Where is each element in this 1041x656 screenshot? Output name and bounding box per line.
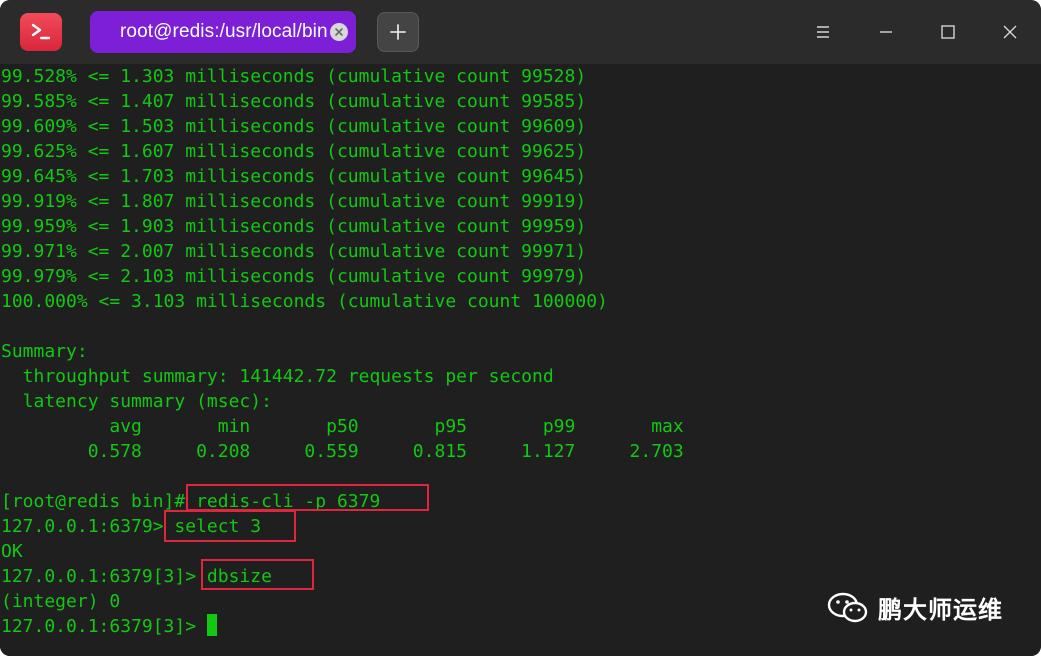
hamburger-menu-icon bbox=[817, 26, 829, 38]
terminal-line: 127.0.0.1:6379[3]> dbsize bbox=[1, 566, 272, 587]
watermark-text: 鹏大师运维 bbox=[878, 596, 1003, 624]
terminal-app-icon[interactable] bbox=[20, 13, 62, 51]
wechat-icon bbox=[827, 592, 868, 622]
terminal-line: 99.959% <= 1.903 milliseconds (cumulativ… bbox=[1, 216, 587, 237]
highlight-box-dbsize bbox=[201, 559, 314, 590]
terminal-line: OK bbox=[1, 541, 23, 562]
tab-title: root@redis:/usr/local/bin bbox=[120, 21, 328, 42]
terminal-line: 99.919% <= 1.807 milliseconds (cumulativ… bbox=[1, 191, 587, 212]
minimize-icon bbox=[880, 31, 892, 33]
terminal-line: latency summary (msec): bbox=[1, 391, 272, 412]
terminal-line: [root@redis bin]# redis-cli -p 6379 bbox=[1, 491, 381, 512]
tab-root-redis[interactable]: root@redis:/usr/local/bin bbox=[90, 11, 356, 53]
terminal-line: 99.609% <= 1.503 milliseconds (cumulativ… bbox=[1, 116, 587, 137]
terminal-window: root@redis:/usr/local/bin 99.528% <= 1.3… bbox=[0, 0, 1041, 656]
watermark: 鹏大师运维 bbox=[826, 590, 1003, 625]
terminal-line: 99.971% <= 2.007 milliseconds (cumulativ… bbox=[1, 241, 587, 262]
highlight-box-select bbox=[164, 510, 296, 542]
terminal-line: avg min p50 p95 p99 max bbox=[1, 416, 684, 437]
terminal-prompt: 127.0.0.1:6379[3]> bbox=[1, 616, 207, 637]
menu-button[interactable] bbox=[805, 14, 841, 50]
tab-close-icon[interactable] bbox=[330, 23, 348, 41]
close-button[interactable] bbox=[992, 14, 1028, 50]
plus-icon bbox=[390, 24, 406, 40]
terminal-line: throughput summary: 141442.72 requests p… bbox=[1, 366, 554, 387]
terminal-line: 99.979% <= 2.103 milliseconds (cumulativ… bbox=[1, 266, 587, 287]
terminal-line: 99.625% <= 1.607 milliseconds (cumulativ… bbox=[1, 141, 587, 162]
maximize-icon bbox=[941, 25, 955, 39]
terminal-line: 0.578 0.208 0.559 0.815 1.127 2.703 bbox=[1, 441, 684, 462]
highlight-box-redis-cli bbox=[186, 484, 429, 511]
terminal-line: 99.528% <= 1.303 milliseconds (cumulativ… bbox=[1, 66, 587, 87]
text-cursor bbox=[206, 614, 217, 636]
terminal-line: 100.000% <= 3.103 milliseconds (cumulati… bbox=[1, 291, 608, 312]
title-bar[interactable]: root@redis:/usr/local/bin bbox=[0, 0, 1041, 64]
new-tab-button[interactable] bbox=[377, 12, 419, 52]
minimize-button[interactable] bbox=[868, 14, 904, 50]
terminal-line: Summary: bbox=[1, 341, 88, 362]
terminal-line: 127.0.0.1:6379> select 3 bbox=[1, 516, 262, 537]
terminal-line: 99.585% <= 1.407 milliseconds (cumulativ… bbox=[1, 91, 587, 112]
maximize-button[interactable] bbox=[930, 14, 966, 50]
terminal-line: 99.645% <= 1.703 milliseconds (cumulativ… bbox=[1, 166, 587, 187]
close-icon bbox=[1003, 25, 1017, 39]
terminal-output[interactable]: 99.528% <= 1.303 milliseconds (cumulativ… bbox=[0, 64, 1041, 656]
